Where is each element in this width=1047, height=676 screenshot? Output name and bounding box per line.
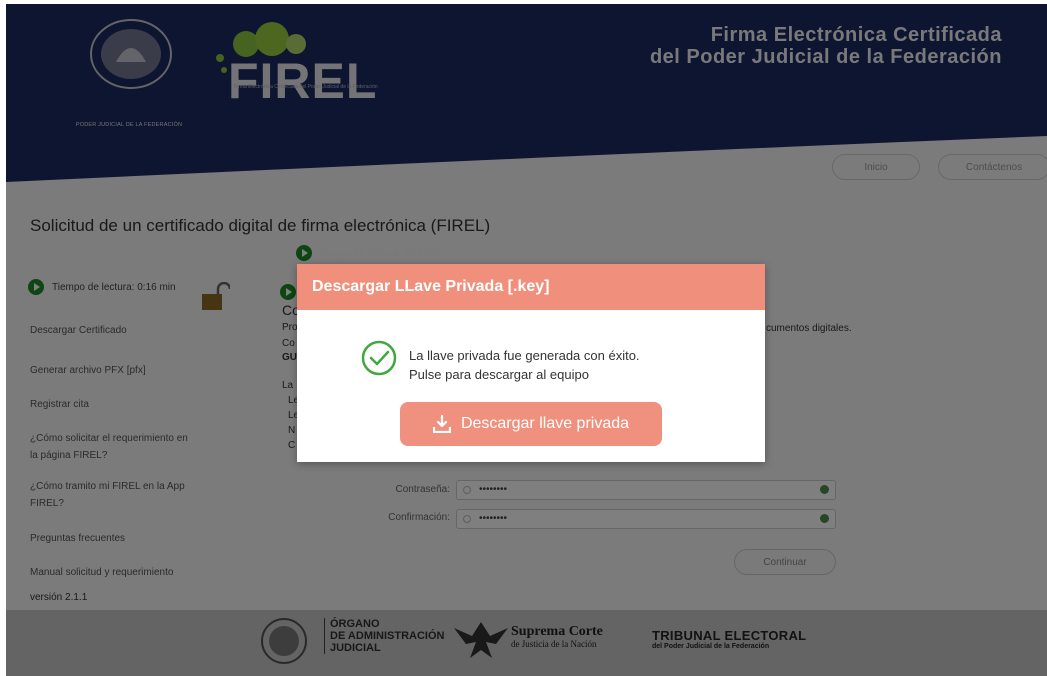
download-key-modal: Descargar LLave Privada [.key] La llave … bbox=[297, 264, 765, 462]
firel-app: PODER JUDICIAL DE LA FEDERACIÓN FIREL Fi… bbox=[6, 4, 1047, 676]
download-button-label: Descargar llave privada bbox=[460, 415, 630, 432]
modal-message: La llave privada fue generada con éxito.… bbox=[409, 346, 640, 384]
download-private-key-button[interactable]: Descargar llave privada bbox=[400, 402, 662, 446]
modal-body: La llave privada fue generada con éxito.… bbox=[297, 310, 765, 462]
modal-title: Descargar LLave Privada [.key] bbox=[297, 264, 765, 310]
modal-message-line2: Pulse para descargar al equipo bbox=[409, 367, 589, 382]
success-check-icon bbox=[361, 340, 397, 376]
modal-message-line1: La llave privada fue generada con éxito. bbox=[409, 348, 640, 363]
download-icon bbox=[432, 415, 451, 433]
